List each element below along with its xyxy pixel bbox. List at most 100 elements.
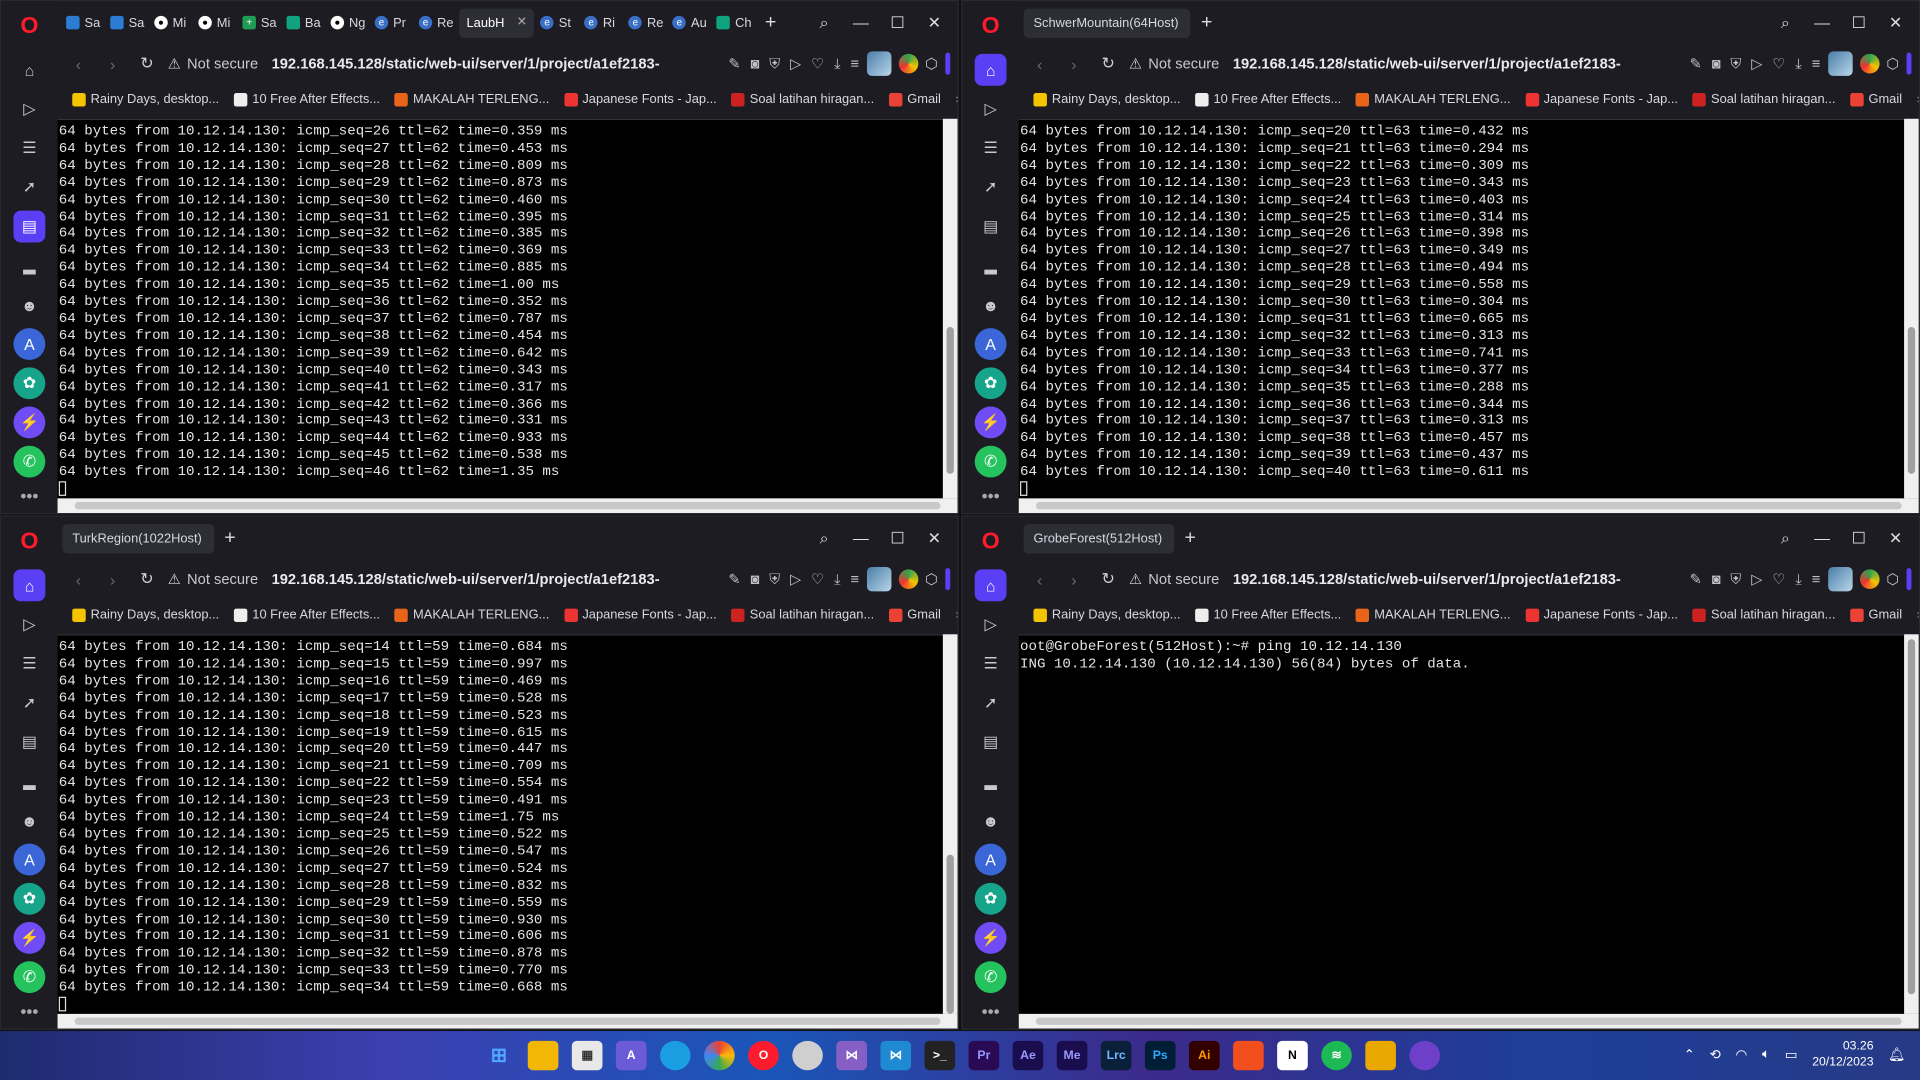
menu-icon[interactable]: ≡ [850,570,859,588]
bookmark-item[interactable]: Gmail [888,607,941,622]
cube-icon[interactable]: ⬡ [925,55,938,72]
reload-icon[interactable]: ↻ [133,54,160,74]
cube-icon[interactable]: ⬡ [1886,571,1899,588]
pin-icon[interactable]: ▂ [975,250,1007,282]
tabs-list-icon[interactable]: ☰ [13,132,45,164]
chevron-up-icon[interactable]: ⌃ [1684,1046,1695,1063]
search-tabs-icon[interactable]: ⌕ [806,528,843,548]
bookmark-item[interactable]: MAKALAH TERLENG... [394,92,549,107]
bookmark-item[interactable]: Rainy Days, desktop... [1033,92,1180,107]
tabs-list-icon[interactable]: ☰ [13,648,45,680]
horizontal-scrollbar[interactable] [1018,1013,1919,1029]
maximize-icon[interactable]: ☐ [1840,13,1877,33]
rocket-icon[interactable]: ➚ [13,687,45,719]
back-icon[interactable]: ‹ [65,570,92,588]
forward-icon[interactable]: › [1060,54,1087,72]
terminal-icon[interactable]: >_ [924,1040,956,1071]
camera-icon[interactable]: ◙ [1712,570,1721,588]
bookmark-item[interactable]: 10 Free After Effects... [1195,607,1341,622]
tab-active[interactable]: GrobeForest(512Host) [1023,523,1175,553]
wifi-icon[interactable]: ◠ [1736,1046,1748,1063]
chatgpt-icon[interactable]: ✿ [974,882,1007,915]
download-icon[interactable]: ⤓ [834,570,841,588]
edge-icon[interactable] [660,1040,691,1071]
scroll-thumb[interactable] [1035,502,1902,510]
tab[interactable]: Ba [283,8,325,37]
download-icon[interactable]: ⤓ [1795,570,1802,588]
url-field[interactable]: ⚠ Not secure 192.168.145.128/static/web-… [1129,571,1682,588]
download-icon[interactable]: ⤓ [1795,54,1802,72]
windows-start-icon[interactable]: ⊞ [484,1041,515,1070]
scroll-thumb[interactable] [74,1017,941,1025]
rocket-icon[interactable]: ➚ [975,687,1007,719]
close-window-icon[interactable]: ✕ [1877,13,1914,33]
tab-active[interactable]: TurkRegion(1022Host) [62,523,215,553]
bookmark-item[interactable]: Gmail [888,92,941,107]
more-dots-icon[interactable]: ••• [20,1002,38,1022]
scroll-thumb[interactable] [1907,639,1916,995]
terminal[interactable]: 64 bytes from 10.12.14.130: icmp_seq=14 … [57,634,943,1014]
edit-icon[interactable]: ✎ [1690,570,1702,588]
lightroom-icon[interactable]: Lrc [1100,1040,1132,1071]
scroll-thumb[interactable] [1035,1017,1902,1025]
new-tab-button[interactable]: + [1177,525,1204,552]
bookmark-item[interactable]: Rainy Days, desktop... [72,607,219,622]
scroll-thumb[interactable] [1907,326,1916,474]
menu-icon[interactable]: ≡ [850,54,859,72]
play-icon[interactable]: ▷ [1751,54,1762,72]
search-tabs-icon[interactable]: ⌕ [806,13,843,33]
bookmark-item[interactable]: Japanese Fonts - Jap... [563,607,717,622]
bookmark-item[interactable]: 10 Free After Effects... [233,607,380,622]
extension-icon[interactable] [898,569,918,589]
bookmark-item[interactable]: Japanese Fonts - Jap... [1525,92,1678,107]
download-icon[interactable]: ⤓ [834,54,841,72]
premiere-icon[interactable]: Pr [968,1040,1000,1071]
home-icon[interactable]: ⌂ [974,53,1007,86]
bookmark-item[interactable]: Rainy Days, desktop... [1033,607,1180,622]
forward-icon[interactable]: › [99,570,126,588]
search-tabs-icon[interactable]: ⌕ [1767,528,1804,548]
url-field[interactable]: ⚠ Not secure 192.168.145.128/static/web-… [168,571,721,588]
whatsapp-icon[interactable]: ✆ [13,961,46,994]
close-tab-icon[interactable]: ✕ [517,16,527,29]
forward-icon[interactable]: › [99,54,126,72]
scroll-thumb[interactable] [946,326,954,474]
tab[interactable]: ● Mi [151,8,193,37]
url-field[interactable]: ⚠ Not secure 192.168.145.128/static/web-… [168,55,721,72]
minimize-icon[interactable]: — [1804,528,1841,548]
skull-icon[interactable]: ☻ [975,289,1007,321]
opera-logo-icon[interactable]: O [972,524,1009,561]
notification-bell-icon[interactable]: 🔔︎ [1888,1046,1905,1063]
messenger-icon[interactable]: ⚡ [974,406,1007,439]
bookmark-item[interactable]: MAKALAH TERLENG... [394,607,549,622]
disc-icon[interactable] [792,1040,823,1071]
volume-icon[interactable]: 🔈︎ [1762,1046,1770,1062]
play-icon[interactable]: ▷ [790,570,801,588]
media-encoder-icon[interactable]: Me [1056,1040,1088,1071]
bookmark-item[interactable]: Rainy Days, desktop... [72,92,219,107]
tab-active[interactable]: SchwerMountain(64Host) [1023,7,1191,38]
bookmarks-book-icon[interactable]: ▤ [13,726,45,758]
tab[interactable]: Sa [62,8,104,37]
bookmark-item[interactable]: MAKALAH TERLENG... [1355,92,1511,107]
tab-active[interactable]: LaubH ✕ [459,7,535,38]
spotify-icon[interactable]: ≋ [1321,1040,1352,1071]
heart-icon[interactable]: ♡ [1772,570,1785,588]
vertical-scrollbar[interactable] [1904,118,1919,499]
camera-icon[interactable]: ◙ [751,570,760,588]
player-icon[interactable]: ▷ [975,93,1007,125]
extension-icon[interactable] [898,53,918,74]
terminal[interactable]: 64 bytes from 10.12.14.130: icmp_seq=20 … [1018,118,1905,499]
edit-icon[interactable]: ✎ [728,54,740,72]
aria-icon[interactable]: A [13,843,46,876]
horizontal-scrollbar[interactable] [57,1013,958,1029]
back-icon[interactable]: ‹ [65,54,92,72]
opera-logo-icon[interactable]: O [11,524,48,561]
pin-icon[interactable]: ▂ [13,765,45,797]
bookmark-item[interactable]: Gmail [1850,92,1902,107]
bookmarks-more-button[interactable]: » [1917,92,1919,107]
profile-avatar[interactable] [1827,51,1853,76]
bookmark-item[interactable]: Soal latihan hiragan... [1692,92,1835,107]
horizontal-scrollbar[interactable] [57,498,958,514]
bookmarks-book-icon[interactable]: ▤ [975,726,1007,758]
